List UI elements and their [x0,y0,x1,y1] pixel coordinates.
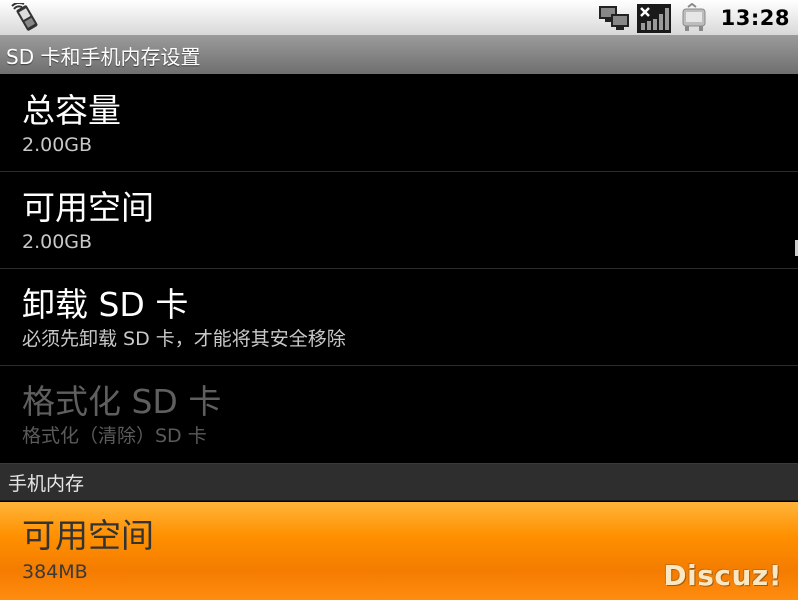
network-computer-icon [598,6,629,30]
list-item-unmount-sd[interactable]: 卸载 SD 卡 必须先卸载 SD 卡，才能将其安全移除 [0,269,798,366]
item-title: 格式化 SD 卡 [22,382,222,421]
page-title: SD 卡和手机内存设置 [6,44,201,69]
phone-signal-icon [11,3,38,31]
item-summary: 格式化（清除）SD 卡 [22,425,207,447]
category-label: 手机内存 [8,472,85,495]
sync-icon [682,3,706,31]
list-item-sd-available-space: 可用空间 2.00GB [0,172,798,269]
settings-screen: 13:28 SD 卡和手机内存设置 总容量 2.00GB 可用空间 2.00GB… [0,0,798,600]
signal-bars-no-service-icon [636,4,671,33]
status-icons: 13:28 [597,0,790,36]
category-header-phone-storage: 手机内存 [0,463,798,501]
item-summary: 必须先卸载 SD 卡，才能将其安全移除 [22,328,346,350]
status-bar[interactable]: 13:28 [0,0,798,36]
title-bar: SD 卡和手机内存设置 [0,36,798,74]
item-summary: 2.00GB [22,134,93,156]
item-title: 可用空间 [22,188,154,227]
item-title: 总容量 [22,91,121,130]
watermark-logo: Discuz! [663,559,782,592]
list-item-phone-available-space[interactable]: 可用空间 384MB Discuz! [0,502,798,600]
status-time: 13:28 [720,6,790,30]
list-item-format-sd: 格式化 SD 卡 格式化（清除）SD 卡 [0,366,798,463]
item-title: 可用空间 [22,516,154,555]
item-title: 卸载 SD 卡 [22,285,189,324]
item-summary: 2.00GB [22,231,93,253]
list-item-total-capacity: 总容量 2.00GB [0,74,798,172]
